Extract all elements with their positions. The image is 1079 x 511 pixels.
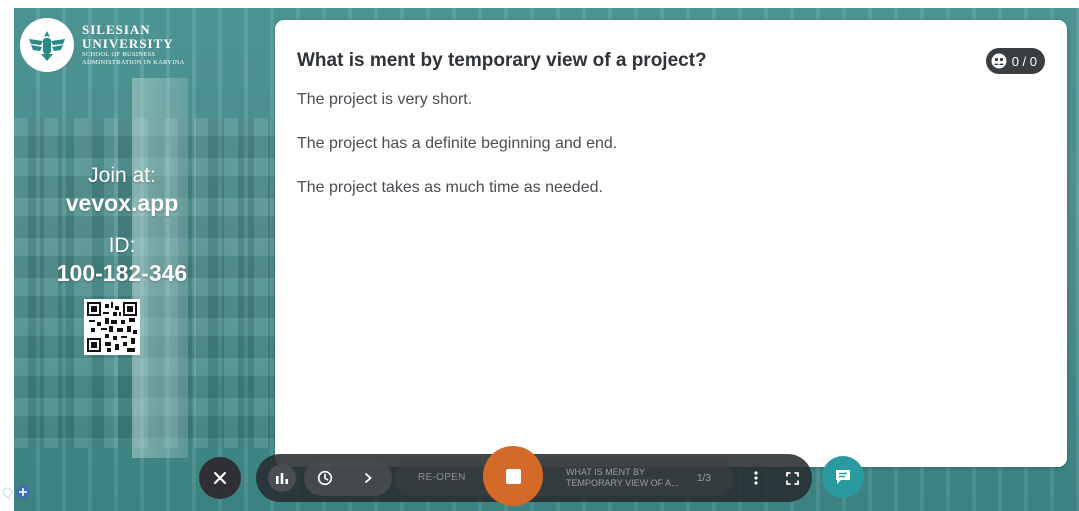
logo-line-1: SILESIAN xyxy=(82,22,151,37)
results-chart-button[interactable] xyxy=(268,464,296,492)
bar-chart-icon xyxy=(276,473,288,484)
chat-icon xyxy=(836,470,850,484)
join-url: vevox.app xyxy=(65,190,179,216)
question-position: 1/3 xyxy=(697,473,711,484)
qr-code-icon xyxy=(84,299,140,355)
eagle-emblem-icon xyxy=(20,18,74,72)
clock-icon xyxy=(317,470,333,486)
option-3: The project takes as much time as needed… xyxy=(297,179,603,196)
option-1: The project is very short. xyxy=(297,91,473,108)
chevron-right-icon xyxy=(365,473,372,483)
fullscreen-button[interactable] xyxy=(778,464,806,492)
session-id-value: 100-182-346 xyxy=(56,260,188,286)
stop-button[interactable] xyxy=(483,446,543,506)
vertical-dots-icon xyxy=(754,471,758,485)
more-options-button[interactable] xyxy=(742,464,770,492)
corner-q: Q xyxy=(2,484,30,500)
option-list: The project is very short. The project h… xyxy=(297,90,617,222)
plus-icon[interactable] xyxy=(15,485,30,499)
stop-icon xyxy=(505,468,521,484)
close-button[interactable] xyxy=(199,457,241,499)
next-button[interactable] xyxy=(354,464,382,492)
logo-line-4: ADMINISTRATION IN KARVINA xyxy=(82,59,185,66)
current-question-title[interactable]: WHAT IS MENT BY TEMPORARY VIEW OF A... xyxy=(566,467,696,489)
reopen-button[interactable]: RE-OPEN xyxy=(418,472,466,483)
timer-button[interactable] xyxy=(311,464,339,492)
response-count: 0 / 0 xyxy=(1011,53,1037,69)
participants-icon xyxy=(991,53,1007,69)
university-logo: SILESIAN UNIVERSITY SCHOOL OF BUSINESS A… xyxy=(20,18,185,72)
question-card: What is ment by temporary view of a proj… xyxy=(275,20,1067,467)
session-id-label: ID: xyxy=(108,234,136,257)
logo-line-2: UNIVERSITY xyxy=(82,36,174,51)
fullscreen-icon xyxy=(785,471,799,485)
presentation-background: SILESIAN UNIVERSITY SCHOOL OF BUSINESS A… xyxy=(14,8,1079,511)
corner-q-letter: Q xyxy=(2,484,13,500)
question-title: What is ment by temporary view of a proj… xyxy=(297,50,707,71)
close-icon xyxy=(213,471,227,485)
option-2: The project has a definite beginning and… xyxy=(297,135,618,152)
join-label: Join at: xyxy=(88,164,156,187)
response-count-badge: 0 / 0 xyxy=(985,48,1045,74)
chat-button[interactable] xyxy=(822,456,864,498)
logo-line-3: SCHOOL OF BUSINESS xyxy=(82,51,156,58)
